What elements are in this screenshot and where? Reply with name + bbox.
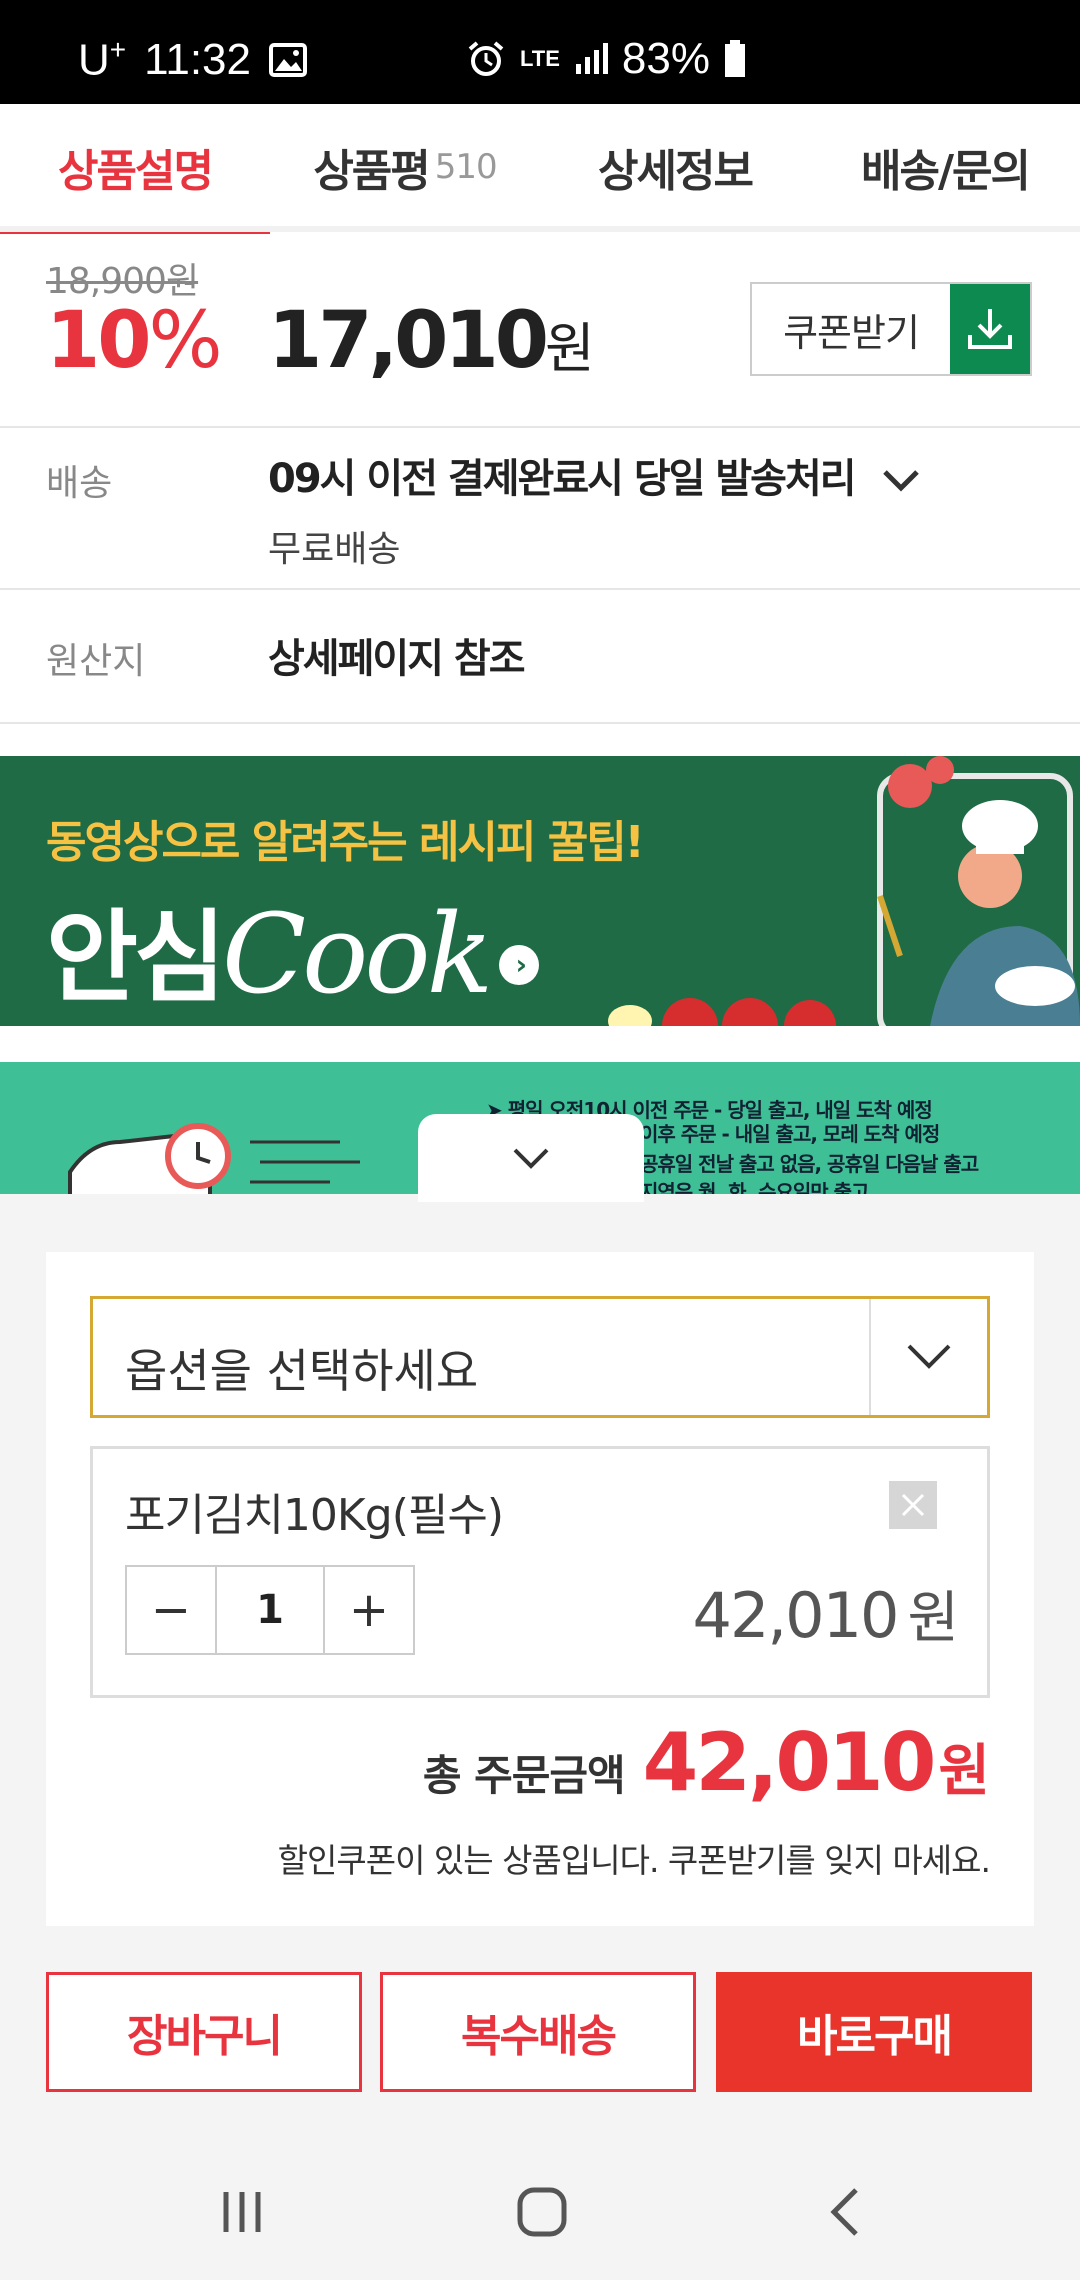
battery-icon <box>725 40 745 77</box>
select-placeholder: 옵션을 선택하세요 <box>125 1344 479 1398</box>
download-icon <box>950 284 1030 374</box>
coupon-label: 쿠폰받기 <box>783 310 920 355</box>
remove-option-button[interactable] <box>889 1481 937 1529</box>
selected-option-item: 포기김치10Kg(필수) − 1 + 42,010 원 <box>90 1446 990 1698</box>
add-to-cart-button[interactable]: 장바구니 <box>46 1972 362 2092</box>
tab-shipping-inquiry[interactable]: 배송/문의 <box>810 104 1080 230</box>
review-count: 510 <box>434 147 498 187</box>
tab-details[interactable]: 상세정보 <box>540 104 810 230</box>
increase-button[interactable]: + <box>325 1567 413 1653</box>
origin-label: 원산지 <box>46 641 146 682</box>
discount-rate: 10% <box>46 296 223 386</box>
total-label: 총 주문금액 <box>422 1751 626 1800</box>
origin-value: 상세페이지 참조 <box>268 636 526 682</box>
system-navbar <box>0 2150 1080 2280</box>
gallery-icon <box>268 42 307 77</box>
option-item-name: 포기김치10Kg(필수) <box>125 1490 504 1541</box>
arrow-right-icon: › <box>499 944 540 985</box>
divider <box>0 426 1080 428</box>
close-icon <box>901 1493 925 1517</box>
tomato-illustration <box>608 998 836 1026</box>
delivery-line: 공휴일 전날 출고 없음, 공휴일 다음날 출고 <box>640 1152 979 1176</box>
product-tabs: 상품설명 상품평 510 상세정보 배송/문의 <box>0 104 1080 234</box>
shipping-label: 배송 <box>46 463 113 504</box>
coupon-download-button[interactable]: 쿠폰받기 <box>750 282 1032 376</box>
option-item-price: 42,010 원 <box>692 1579 959 1652</box>
multi-shipping-button[interactable]: 복수배송 <box>380 1972 696 2092</box>
delivery-line: 지역은 월, 화, 수요일만 출고 <box>640 1180 869 1196</box>
alarm-icon <box>468 41 504 76</box>
shipping-value[interactable]: 09시 이전 결제완료시 당일 발송처리 <box>268 446 921 504</box>
total-order-amount: 총 주문금액 42,010 원 <box>423 1716 990 1809</box>
option-select[interactable]: 옵션을 선택하세요 <box>90 1296 990 1418</box>
divider <box>0 722 1080 724</box>
sale-price: 17,010원 <box>268 296 595 386</box>
quantity-value[interactable]: 1 <box>215 1567 325 1653</box>
signal-icon <box>575 43 608 74</box>
chevron-down-icon <box>513 1148 549 1169</box>
network-type: LTE <box>520 46 560 71</box>
coupon-notice: 할인쿠폰이 있는 상품입니다. 쿠폰받기를 잊지 마세요. <box>277 1841 991 1880</box>
decrease-button[interactable]: − <box>127 1567 215 1653</box>
chevron-down-icon <box>882 470 919 492</box>
banner-tip: 동영상으로 알려주는 레시피 꿀팁! <box>46 817 645 868</box>
home-icon[interactable] <box>516 2186 568 2238</box>
tab-reviews[interactable]: 상품평 510 <box>270 104 540 230</box>
tabs-divider <box>0 226 1080 232</box>
chevron-down-icon <box>869 1299 987 1415</box>
banner-brand: 안심Cook › <box>46 876 540 1021</box>
divider <box>0 588 1080 590</box>
delivery-line: 이후 주문 - 내일 출고, 모레 도착 예정 <box>640 1122 940 1146</box>
clock: 11:32 <box>144 34 251 84</box>
recent-apps-icon[interactable] <box>216 2186 268 2238</box>
status-bar: U+ 11:32 LTE 83% <box>0 0 1080 104</box>
shipping-fee: 무료배송 <box>268 529 401 570</box>
back-icon[interactable] <box>820 2186 872 2238</box>
carrier-label: U+ <box>78 34 127 85</box>
tab-description[interactable]: 상품설명 <box>0 104 270 234</box>
chef-illustration <box>877 756 1080 1026</box>
total-value: 42,010 원 <box>642 1716 990 1809</box>
battery-percent: 83% <box>621 34 710 83</box>
truck-icon <box>68 1123 360 1196</box>
quantity-stepper: − 1 + <box>125 1565 415 1655</box>
buy-now-button[interactable]: 바로구매 <box>716 1972 1032 2092</box>
collapse-handle[interactable] <box>418 1114 644 1202</box>
cook-banner[interactable]: 동영상으로 알려주는 레시피 꿀팁! 안심Cook › <box>0 756 1080 1026</box>
